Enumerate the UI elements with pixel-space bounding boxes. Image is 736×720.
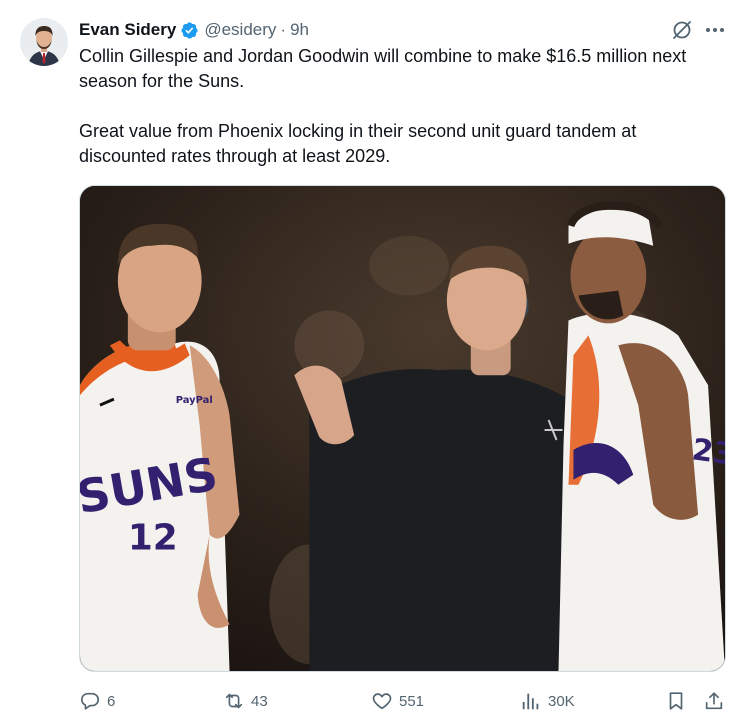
jersey-sponsor: PayPal [176, 395, 213, 406]
bookmark-button[interactable] [665, 686, 687, 716]
tweet-paragraph: Collin Gillespie and Jordan Goodwin will… [79, 46, 687, 91]
reply-button[interactable]: 6 [79, 686, 115, 716]
tweet-card[interactable]: Evan Sidery @esidery · 9h Collin Gillesp… [0, 0, 736, 720]
header-separator: · [280, 20, 287, 39]
view-count: 30K [548, 692, 575, 710]
tweet-photo[interactable]: SUNS 12 PayPal 23 [79, 185, 726, 672]
like-button[interactable]: 551 [371, 686, 424, 716]
more-icon[interactable] [703, 18, 727, 42]
like-count: 551 [399, 692, 425, 710]
tweet-actions: 6 43 551 30K [79, 686, 729, 716]
partial-jersey-number: 23 [690, 432, 725, 472]
tweet-text: Collin Gillespie and Jordan Goodwin will… [79, 44, 724, 169]
tweet-header: Evan Sidery @esidery · 9h [79, 18, 309, 42]
heart-icon [371, 690, 393, 712]
share-icon [703, 690, 725, 712]
verified-badge-icon [180, 21, 199, 40]
reply-count: 6 [107, 692, 116, 710]
bookmark-icon [665, 690, 687, 712]
repost-icon [223, 690, 245, 712]
author-handle[interactable]: @esidery [204, 20, 276, 40]
reply-icon [79, 690, 101, 712]
jersey-number: 12 [128, 518, 178, 559]
repost-button[interactable]: 43 [223, 686, 268, 716]
tweet-paragraph: Great value from Phoenix locking in thei… [79, 121, 637, 166]
avatar[interactable] [20, 18, 68, 66]
views-icon [520, 690, 542, 712]
share-button[interactable] [703, 686, 725, 716]
author-name[interactable]: Evan Sidery [79, 20, 176, 40]
views-button[interactable]: 30K [520, 686, 575, 716]
tweet-timestamp[interactable]: 9h [290, 20, 309, 40]
grok-icon[interactable] [670, 18, 694, 42]
repost-count: 43 [251, 692, 268, 710]
